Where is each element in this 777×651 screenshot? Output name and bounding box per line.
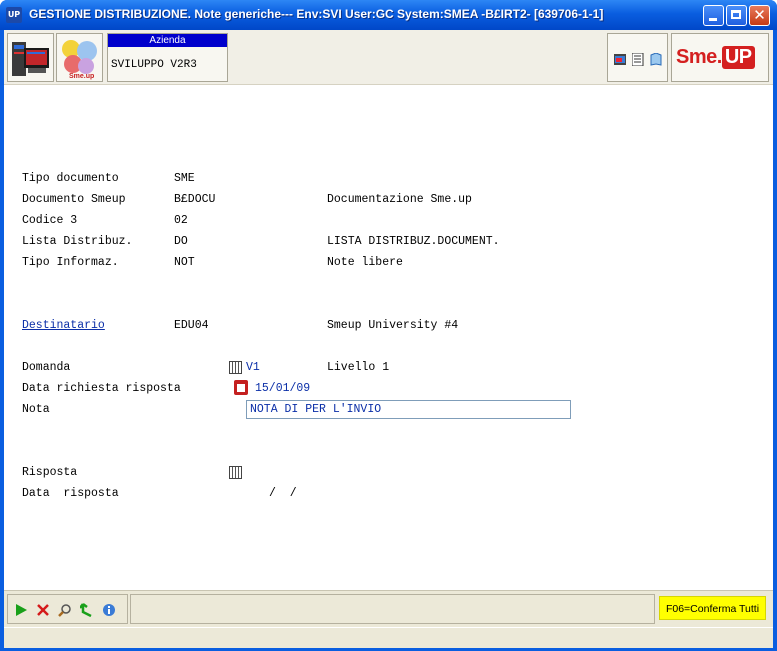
field-label-documento-smeup: Documento Smeup — [22, 193, 126, 206]
window-icon[interactable] — [614, 53, 626, 66]
smeup-logo: Sme. UP — [671, 33, 769, 82]
client-area: Sme.up Azienda SVILUPPO V2R3 Sme. UP Tipo… — [4, 30, 773, 648]
field-value-documento-smeup: B£DOCU — [174, 193, 216, 206]
field-value-tipo-informaz: NOT — [174, 256, 195, 269]
book-icon[interactable] — [650, 53, 662, 66]
play-icon[interactable] — [14, 603, 28, 617]
nota-label: Nota — [22, 403, 50, 416]
svg-text:Sme.up: Sme.up — [69, 73, 94, 80]
field-label-codice-3: Codice 3 — [22, 214, 78, 227]
destinatario-desc: Smeup University #4 — [327, 319, 459, 332]
close-button[interactable]: ✕ — [749, 5, 770, 26]
data-risposta-label: Data risposta — [22, 487, 119, 500]
window-title: GESTIONE DISTRIBUZIONE. Note generiche--… — [29, 7, 604, 21]
search-icon[interactable] — [58, 603, 72, 617]
cancel-icon[interactable] — [36, 603, 50, 617]
field-desc-documento-smeup: Documentazione Sme.up — [327, 193, 472, 206]
form-area: Tipo documento SME Documento Smeup B£DOC… — [4, 85, 773, 590]
data-richiesta-label: Data richiesta risposta — [22, 382, 181, 395]
back-arrow-icon[interactable] — [80, 603, 94, 617]
grid-icon[interactable] — [229, 361, 242, 374]
smeup-balls-icon: Sme.up — [62, 40, 97, 80]
risposta-label: Risposta — [22, 466, 78, 479]
info-icon[interactable] — [102, 603, 116, 617]
destinatario-value: EDU04 — [174, 319, 209, 332]
calendar-icon[interactable] — [234, 380, 248, 395]
logo-text-right: UP — [721, 46, 755, 69]
field-label-tipo-documento: Tipo documento — [22, 172, 119, 185]
field-value-tipo-documento: SME — [174, 172, 195, 185]
action-icon-group — [7, 594, 128, 624]
azienda-label: Azienda — [108, 34, 227, 47]
app-icon: UP — [6, 7, 22, 23]
grid-icon[interactable] — [229, 466, 242, 479]
application-window: UP GESTIONE DISTRIBUZIONE. Note generich… — [0, 0, 777, 651]
azienda-panel: Azienda SVILUPPO V2R3 — [107, 33, 228, 82]
right-tool-group — [607, 33, 668, 82]
azienda-value: SVILUPPO V2R3 — [111, 59, 197, 71]
domanda-label: Domanda — [22, 361, 71, 374]
domanda-value[interactable]: V1 — [246, 361, 260, 374]
domanda-desc: Livello 1 — [327, 361, 390, 374]
maximize-button[interactable] — [726, 5, 747, 26]
f06-confirm-all-button[interactable]: F06=Conferma Tutti — [659, 596, 766, 620]
data-risposta-value[interactable]: / / — [269, 487, 297, 500]
field-value-lista-distribuz: DO — [174, 235, 188, 248]
status-bar — [4, 627, 773, 648]
field-label-tipo-informaz: Tipo Informaz. — [22, 256, 119, 269]
bottom-toolbar: F06=Conferma Tutti — [4, 590, 773, 628]
monitor-icon — [12, 42, 49, 76]
monitor-button[interactable] — [7, 33, 54, 82]
field-desc-tipo-informaz: Note libere — [327, 256, 403, 269]
field-value-codice-3: 02 — [174, 214, 188, 227]
destinatario-link[interactable]: Destinatario — [22, 319, 105, 332]
data-richiesta-value[interactable]: 15/01/09 — [255, 382, 310, 395]
close-icon: ✕ — [753, 6, 766, 24]
field-label-lista-distribuz: Lista Distribuz. — [22, 235, 133, 248]
top-toolbar: Sme.up Azienda SVILUPPO V2R3 Sme. UP — [4, 30, 773, 85]
message-area — [130, 594, 655, 624]
nota-input[interactable]: NOTA DI PER L'INVIO — [246, 400, 571, 419]
smeup-button[interactable]: Sme.up — [56, 33, 103, 82]
document-icon[interactable] — [632, 53, 644, 66]
minimize-button[interactable] — [703, 5, 724, 26]
logo-text-left: Sme. — [676, 46, 722, 68]
field-desc-lista-distribuz: LISTA DISTRIBUZ.DOCUMENT. — [327, 235, 500, 248]
title-bar[interactable]: UP GESTIONE DISTRIBUZIONE. Note generich… — [0, 0, 777, 30]
